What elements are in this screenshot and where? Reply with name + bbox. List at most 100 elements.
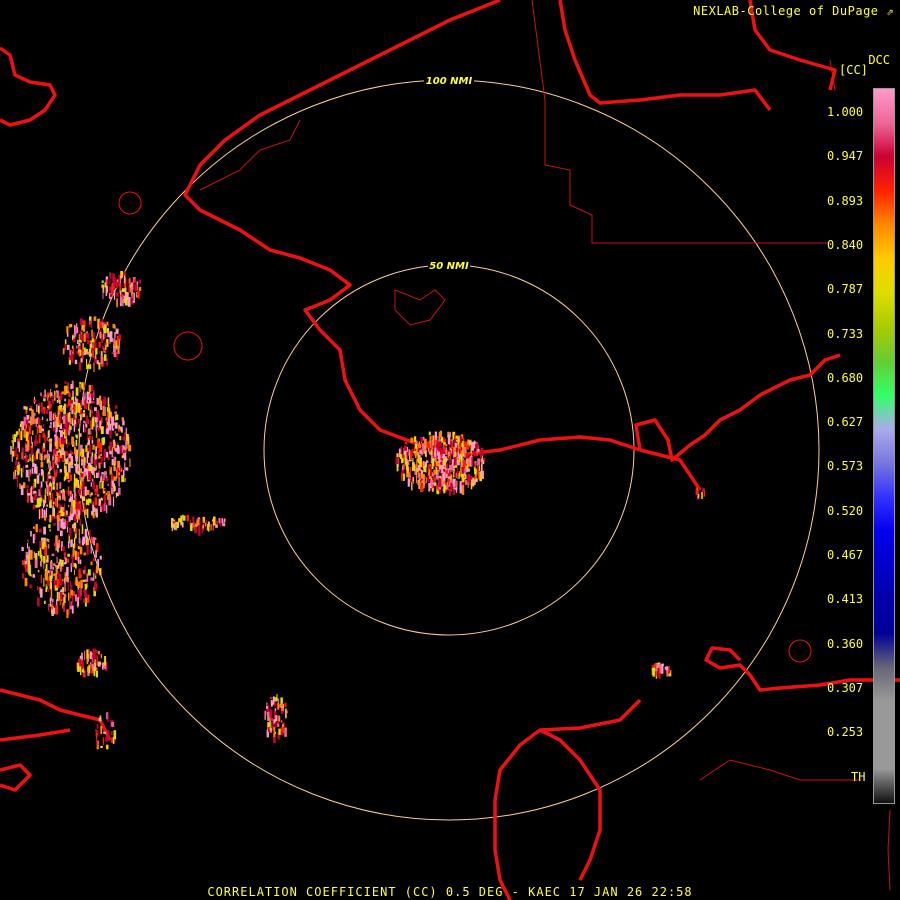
echo-pixel — [84, 588, 87, 597]
echo-pixel — [94, 507, 96, 511]
echo-pixel — [51, 398, 54, 404]
echo-pixel — [56, 556, 58, 564]
echo-pixel — [95, 431, 98, 438]
echo-pixel — [95, 670, 98, 678]
echo-pixel — [280, 720, 283, 723]
echo-pixel — [43, 560, 45, 569]
colorbar — [873, 88, 895, 804]
echo-pixel — [99, 555, 102, 560]
echo-pixel — [49, 575, 52, 583]
echo-pixel — [96, 360, 99, 365]
echo-pixel — [81, 660, 84, 669]
echo-pixel — [88, 393, 90, 397]
echo-pixel — [65, 404, 69, 408]
echo-pixel — [400, 446, 403, 455]
echo-pixel — [80, 400, 82, 408]
echo-pixel — [53, 563, 56, 567]
echo-pixel — [77, 403, 81, 413]
echo-pixel — [113, 289, 116, 300]
echo-pixel — [413, 436, 417, 442]
echo-pixel — [42, 500, 46, 507]
echo-pixel — [403, 464, 405, 470]
echo-pixel — [79, 559, 82, 565]
echo-pixel — [52, 501, 55, 505]
echo-pixel — [435, 467, 438, 475]
colorbar-name: DCC — [868, 53, 890, 67]
echo-pixel — [466, 464, 469, 470]
echo-pixel — [104, 354, 107, 361]
echo-pixel — [482, 460, 485, 464]
echo-pixel — [40, 461, 44, 468]
echo-pixel — [447, 473, 451, 477]
echo-pixel — [92, 415, 94, 419]
echo-pixel — [286, 710, 288, 714]
echo-pixel — [65, 421, 69, 431]
echo-pixel — [100, 745, 103, 748]
echo-pixel — [113, 338, 116, 346]
external-link-icon[interactable]: ⇗ — [886, 4, 894, 18]
echo-pixel — [101, 345, 104, 350]
echo-pixel — [82, 481, 85, 490]
echo-pixel — [281, 726, 285, 732]
echo-pixel — [412, 477, 414, 482]
echo-pixel — [86, 394, 88, 404]
echo-pixel — [423, 449, 425, 454]
echo-pixel — [412, 458, 414, 463]
echo-pixel — [103, 448, 107, 458]
echo-pixel — [101, 473, 103, 482]
echo-pixel — [422, 443, 425, 450]
echo-pixel — [90, 420, 92, 430]
echo-pixel — [38, 405, 40, 414]
echo-pixel — [55, 414, 57, 419]
echo-pixel — [106, 358, 108, 367]
echo-pixel — [445, 447, 448, 455]
echo-pixel — [90, 498, 92, 504]
echo-pixel — [68, 442, 70, 446]
echo-pixel — [58, 573, 62, 578]
echo-pixel — [104, 282, 107, 288]
echo-pixel — [267, 726, 270, 732]
echo-pixel — [91, 401, 95, 404]
echo-pixel — [93, 666, 96, 677]
echo-pixel — [268, 715, 270, 721]
echo-pixel — [64, 582, 66, 592]
echo-pixel — [47, 589, 50, 592]
echo-pixel — [450, 482, 453, 490]
echo-pixel — [45, 409, 47, 414]
echo-pixel — [70, 514, 74, 521]
echo-pixel — [55, 431, 57, 442]
echo-pixel — [120, 445, 123, 450]
echo-pixel — [401, 458, 404, 464]
echo-pixel — [270, 721, 272, 731]
echo-pixel — [81, 524, 84, 534]
echo-pixel — [77, 419, 81, 424]
echo-pixel — [36, 466, 38, 475]
echo-pixel — [126, 434, 129, 441]
echo-pixel — [424, 447, 427, 451]
echo-pixel — [264, 710, 266, 720]
colorbar-tick: 0.360 — [827, 636, 864, 651]
echo-pixel — [33, 413, 36, 416]
echo-pixel — [40, 574, 42, 584]
echo-pixel — [81, 334, 84, 341]
echo-pixel — [79, 414, 81, 417]
echo-pixel — [467, 439, 469, 445]
echo-pixel — [480, 464, 483, 472]
echo-pixel — [79, 518, 82, 526]
echo-pixel — [70, 384, 73, 390]
echo-pixel — [87, 402, 89, 409]
echo-pixel — [103, 731, 107, 734]
echo-pixel — [92, 332, 95, 339]
echo-pixel — [83, 552, 86, 556]
echo-pixel — [401, 473, 403, 481]
echo-pixel — [100, 456, 103, 465]
echo-pixel — [45, 538, 47, 549]
echo-pixel — [456, 467, 459, 470]
echo-pixel — [72, 524, 75, 529]
echo-pixel — [428, 483, 430, 492]
echo-pixel — [91, 478, 94, 482]
echo-pixel — [82, 509, 84, 512]
echo-pixel — [111, 423, 114, 429]
echo-pixel — [58, 503, 61, 510]
echo-pixel — [277, 698, 279, 702]
